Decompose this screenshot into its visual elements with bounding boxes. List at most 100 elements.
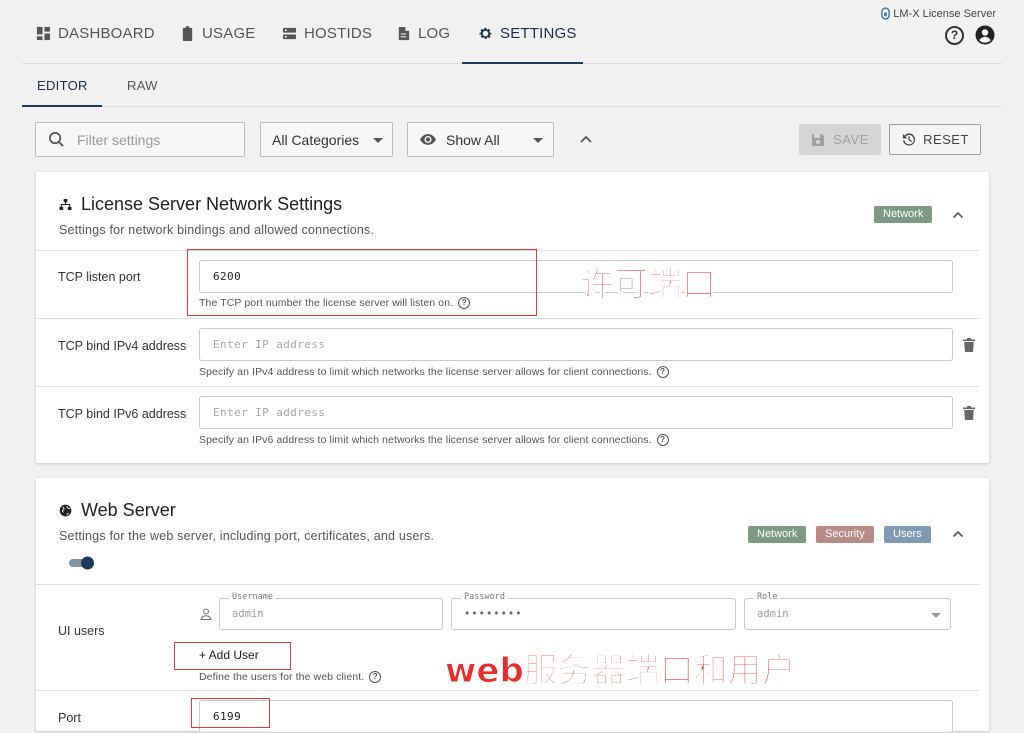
save-button[interactable]: SAVE <box>799 124 881 155</box>
tab-usage[interactable]: USAGE <box>180 20 256 46</box>
tcp-bind-ipv6-label: TCP bind IPv6 address <box>58 407 187 421</box>
tab-dashboard-label: DASHBOARD <box>58 24 155 42</box>
tab-hostids-label: HOSTIDS <box>304 24 373 42</box>
tcp-bind-ipv4-hint-text: Specify an IPv4 address to limit which n… <box>199 366 652 378</box>
server-icon <box>282 27 297 39</box>
tcp-bind-ipv4-input[interactable] <box>211 337 952 352</box>
clipboard-icon <box>182 25 193 41</box>
brand-name: LM-X License Server <box>893 7 996 20</box>
tab-hostids[interactable]: HOSTIDS <box>282 20 372 46</box>
tag-security: Security <box>816 526 874 543</box>
username-legend: Username <box>229 592 276 602</box>
tag-users: Users <box>884 526 931 543</box>
show-select-value: Show All <box>446 131 500 148</box>
subtab-raw[interactable]: RAW <box>127 78 158 93</box>
caret-down-icon <box>373 138 383 143</box>
lock-icon <box>881 7 891 20</box>
ui-users-label: UI users <box>58 624 105 638</box>
filter-box[interactable] <box>35 122 245 157</box>
ui-users-hint: Define the users for the web client. ? <box>199 671 382 683</box>
row-divider <box>36 318 979 319</box>
globe-icon <box>59 504 72 517</box>
dashboard-icon <box>36 26 51 40</box>
web-server-card: Web Server Settings for the web server, … <box>36 478 989 733</box>
brand: LM-X License Server <box>881 7 996 20</box>
role-select[interactable]: Role admin <box>744 592 951 630</box>
tcp-bind-ipv6-input[interactable] <box>211 405 952 420</box>
active-tab-indicator <box>462 62 583 64</box>
category-select-value: All Categories <box>272 131 360 148</box>
network-section-title-text: License Server Network Settings <box>81 194 343 214</box>
help-icon[interactable]: ? <box>945 26 964 45</box>
annotation-box-add-user <box>174 642 291 670</box>
annotation-box-port <box>191 698 270 728</box>
tcp-bind-ipv6-field[interactable] <box>199 396 953 429</box>
tcp-bind-ipv4-label: TCP bind IPv4 address <box>58 339 187 353</box>
gear-icon <box>479 27 492 39</box>
help-circle-icon[interactable]: ? <box>656 366 669 378</box>
tcp-listen-port-label: TCP listen port <box>58 270 141 284</box>
web-section-title: Web Server <box>59 500 176 521</box>
password-field[interactable]: Password •••••••• <box>451 592 736 630</box>
search-icon <box>49 132 64 147</box>
password-legend: Password <box>461 592 508 602</box>
reset-button[interactable]: RESET <box>889 124 981 155</box>
role-value: admin <box>757 608 789 620</box>
enable-toggle[interactable] <box>69 556 95 570</box>
tcp-bind-ipv6-hint-text: Specify an IPv6 address to limit which n… <box>199 434 652 446</box>
annotation-box-license-port <box>187 249 537 316</box>
trash-icon[interactable] <box>963 338 975 352</box>
reset-button-label: RESET <box>923 132 969 147</box>
history-icon <box>902 133 916 146</box>
row-divider <box>36 386 979 387</box>
port-input[interactable] <box>211 709 952 724</box>
help-circle-icon[interactable]: ? <box>656 434 669 446</box>
sitemap-icon <box>59 198 72 211</box>
show-select[interactable]: Show All <box>407 122 554 157</box>
chevron-up-icon[interactable] <box>951 208 965 222</box>
caret-down-icon <box>931 613 941 618</box>
network-section-description: Settings for network bindings and allowe… <box>59 223 375 237</box>
row-divider <box>36 584 979 585</box>
tag-network: Network <box>748 526 807 543</box>
username-value: admin <box>232 608 264 620</box>
annotation-web-port-users: web服务器端口和用户 <box>445 651 797 692</box>
tcp-bind-ipv6-hint: Specify an IPv6 address to limit which n… <box>199 434 669 446</box>
filter-settings-input[interactable] <box>75 130 225 149</box>
annotation-license-port: 许可端口 <box>580 265 717 306</box>
chevron-up-icon[interactable] <box>578 131 594 147</box>
eye-icon <box>420 134 436 145</box>
document-icon <box>398 26 410 40</box>
active-subtab-indicator <box>22 105 102 107</box>
port-field[interactable] <box>199 700 953 733</box>
tab-settings-label: SETTINGS <box>500 24 577 42</box>
category-select[interactable]: All Categories <box>260 122 393 157</box>
person-icon <box>200 608 212 620</box>
tab-settings[interactable]: SETTINGS <box>478 20 577 46</box>
account-icon[interactable] <box>975 25 995 45</box>
subtab-divider <box>22 106 1002 107</box>
ui-users-hint-text: Define the users for the web client. <box>199 671 365 683</box>
password-value: •••••••• <box>464 608 523 620</box>
network-section-title: License Server Network Settings <box>59 194 342 215</box>
tag-network: Network <box>874 206 933 223</box>
floppy-icon <box>812 133 825 146</box>
role-legend: Role <box>754 592 781 602</box>
port-label: Port <box>58 711 81 725</box>
tab-usage-label: USAGE <box>202 24 256 42</box>
tcp-bind-ipv4-field[interactable] <box>199 328 953 361</box>
tab-dashboard[interactable]: DASHBOARD <box>36 20 155 46</box>
help-circle-icon[interactable]: ? <box>369 671 382 683</box>
tab-log[interactable]: LOG <box>396 20 450 46</box>
chevron-up-icon[interactable] <box>951 527 965 541</box>
tcp-bind-ipv4-hint: Specify an IPv4 address to limit which n… <box>199 366 669 378</box>
trash-icon[interactable] <box>963 406 975 420</box>
top-nav: DASHBOARD USAGE HOSTIDS LOG SETTINGS <box>22 0 1002 64</box>
network-settings-card: License Server Network Settings Settings… <box>36 172 989 463</box>
web-section-title-text: Web Server <box>81 500 176 520</box>
tab-log-label: LOG <box>418 24 451 42</box>
caret-down-icon <box>533 138 543 143</box>
save-button-label: SAVE <box>833 132 869 147</box>
username-field[interactable]: Username admin <box>219 592 443 630</box>
subtab-editor[interactable]: EDITOR <box>37 78 88 93</box>
